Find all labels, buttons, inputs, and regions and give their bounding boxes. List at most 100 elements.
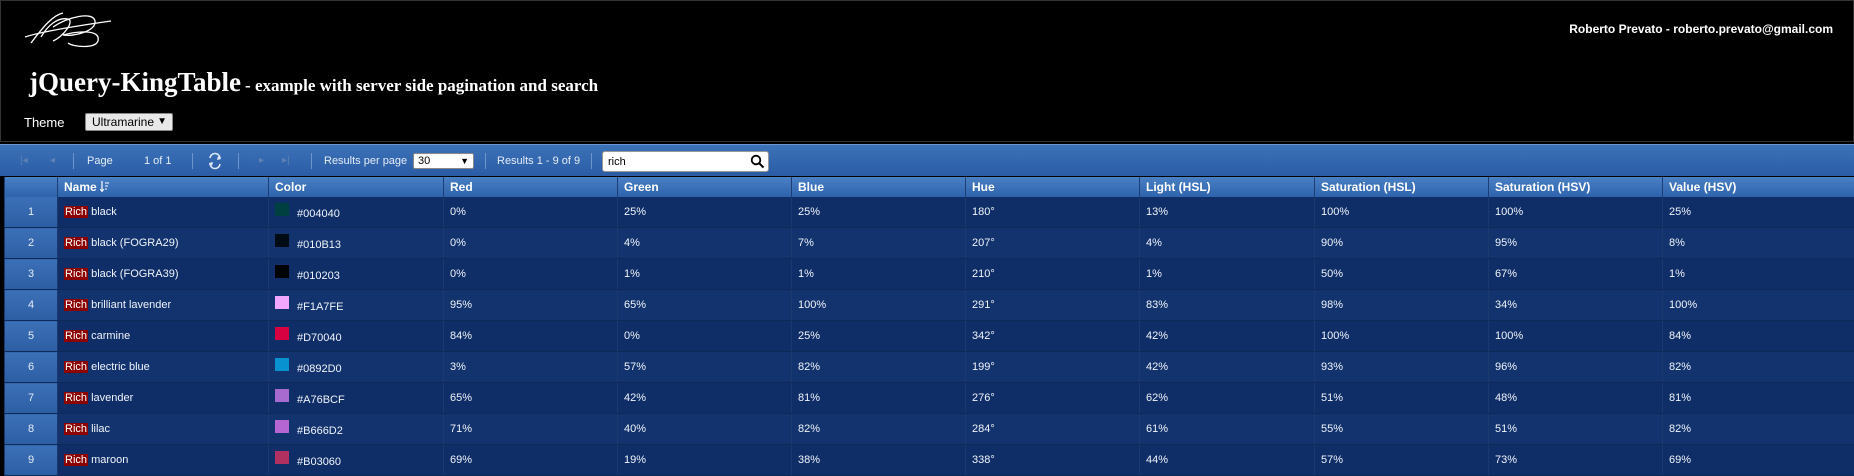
prev-page-icon[interactable]: ◂ (50, 145, 55, 177)
value-cell-shsl: 93% (1315, 352, 1489, 383)
column-header[interactable]: Value (HSV) (1663, 177, 1854, 197)
signature-logo (23, 7, 113, 51)
value-cell-r: 84% (444, 321, 618, 352)
table-row[interactable]: 6Rich electric blue#0892D03%57%82%199°42… (5, 352, 1854, 383)
search-highlight: Rich (64, 268, 88, 280)
table-row[interactable]: 3Rich black (FOGRA39)#0102030%1%1%210°1%… (5, 259, 1854, 290)
value-cell-r: 65% (444, 383, 618, 414)
value-cell-g: 25% (618, 197, 792, 228)
name-cell: Rich maroon (58, 445, 269, 476)
page-header: Roberto Prevato - roberto.prevato@gmail.… (0, 0, 1854, 142)
value-cell-hue: 199° (966, 352, 1140, 383)
value-cell-shsl: 50% (1315, 259, 1489, 290)
search-highlight: Rich (64, 423, 88, 435)
color-name: black (FOGRA39) (88, 268, 178, 280)
table-body: 1Rich black#0040400%25%25%180°13%100%100… (5, 197, 1854, 476)
search-input[interactable] (608, 154, 748, 169)
color-cell: #A76BCF (269, 383, 444, 414)
color-swatch (275, 389, 289, 402)
page-title: jQuery-KingTable - example with server s… (29, 67, 598, 98)
theme-label: Theme (24, 115, 64, 130)
author-info: Roberto Prevato - roberto.prevato@gmail.… (1569, 22, 1833, 36)
column-header[interactable]: Hue (966, 177, 1140, 197)
name-cell: Rich lavender (58, 383, 269, 414)
value-cell-hue: 284° (966, 414, 1140, 445)
search-highlight: Rich (64, 330, 88, 342)
value-cell-v: 82% (1663, 414, 1854, 445)
value-cell-l: 61% (1140, 414, 1315, 445)
value-cell-shsv: 48% (1489, 383, 1663, 414)
title-main: jQuery-KingTable (29, 67, 241, 97)
column-header[interactable]: Red (444, 177, 618, 197)
search-box (602, 151, 769, 172)
value-cell-r: 3% (444, 352, 618, 383)
color-cell: #010B13 (269, 228, 444, 259)
table-row[interactable]: 1Rich black#0040400%25%25%180°13%100%100… (5, 197, 1854, 228)
value-cell-shsl: 55% (1315, 414, 1489, 445)
toolbar-divider (192, 153, 193, 169)
value-cell-v: 69% (1663, 445, 1854, 476)
color-cell: #B03060 (269, 445, 444, 476)
color-swatch (275, 420, 289, 433)
value-cell-shsv: 96% (1489, 352, 1663, 383)
next-page-icon[interactable]: ▸ (259, 145, 264, 177)
value-cell-b: 25% (792, 321, 966, 352)
value-cell-r: 0% (444, 197, 618, 228)
column-header-label: Name (64, 180, 97, 194)
value-cell-b: 100% (792, 290, 966, 321)
results-info: Results 1 - 9 of 9 (497, 145, 580, 177)
refresh-icon[interactable] (208, 145, 222, 177)
color-swatch (275, 296, 289, 309)
table-row[interactable]: 2Rich black (FOGRA29)#010B130%4%7%207°4%… (5, 228, 1854, 259)
first-page-icon[interactable]: |◂ (20, 145, 28, 177)
value-cell-shsv: 67% (1489, 259, 1663, 290)
search-highlight: Rich (64, 237, 88, 249)
table-row[interactable]: 5Rich carmine#D7004084%0%25%342°42%100%1… (5, 321, 1854, 352)
table-row[interactable]: 4Rich brilliant lavender#F1A7FE95%65%100… (5, 290, 1854, 321)
value-cell-hue: 291° (966, 290, 1140, 321)
color-cell: #0892D0 (269, 352, 444, 383)
value-cell-l: 42% (1140, 352, 1315, 383)
color-cell: #D70040 (269, 321, 444, 352)
value-cell-hue: 276° (966, 383, 1140, 414)
value-cell-shsl: 51% (1315, 383, 1489, 414)
last-page-icon[interactable]: ▸| (282, 145, 290, 177)
color-hex: #004040 (297, 208, 340, 220)
search-highlight: Rich (64, 206, 88, 218)
column-header[interactable]: Light (HSL) (1140, 177, 1315, 197)
value-cell-hue: 207° (966, 228, 1140, 259)
table-row[interactable]: 7Rich lavender#A76BCF65%42%81%276°62%51%… (5, 383, 1854, 414)
color-swatch (275, 234, 289, 247)
color-name: lilac (88, 423, 110, 435)
column-header[interactable]: Saturation (HSV) (1489, 177, 1663, 197)
value-cell-hue: 338° (966, 445, 1140, 476)
pagination-toolbar: |◂ ◂ Page 1 of 1 ▸ ▸| Results per page 3… (0, 144, 1854, 176)
column-header[interactable]: Saturation (HSL) (1315, 177, 1489, 197)
theme-select[interactable]: Ultramarine▼ (85, 113, 173, 131)
value-cell-hue: 342° (966, 321, 1140, 352)
value-cell-g: 1% (618, 259, 792, 290)
value-cell-l: 4% (1140, 228, 1315, 259)
color-hex: #010B13 (297, 239, 341, 251)
value-cell-hue: 180° (966, 197, 1140, 228)
search-icon[interactable] (750, 154, 765, 169)
value-cell-g: 42% (618, 383, 792, 414)
table-row[interactable]: 8Rich lilac#B666D271%40%82%284°61%55%51%… (5, 414, 1854, 445)
table-row[interactable]: 9Rich maroon#B0306069%19%38%338°44%57%73… (5, 445, 1854, 476)
column-header[interactable]: Color (269, 177, 444, 197)
color-swatch (275, 327, 289, 340)
row-index: 4 (5, 290, 58, 321)
toolbar-divider (591, 153, 592, 169)
color-cell: #F1A7FE (269, 290, 444, 321)
search-highlight: Rich (64, 299, 88, 311)
results-per-page-select[interactable]: 30▼ (413, 153, 474, 169)
name-cell: Rich lilac (58, 414, 269, 445)
value-cell-v: 8% (1663, 228, 1854, 259)
value-cell-g: 0% (618, 321, 792, 352)
column-header[interactable]: Green (618, 177, 792, 197)
chevron-down-icon: ▼ (460, 154, 469, 168)
column-header[interactable]: Name (58, 177, 269, 197)
color-cell: #B666D2 (269, 414, 444, 445)
column-header[interactable]: Blue (792, 177, 966, 197)
value-cell-l: 62% (1140, 383, 1315, 414)
